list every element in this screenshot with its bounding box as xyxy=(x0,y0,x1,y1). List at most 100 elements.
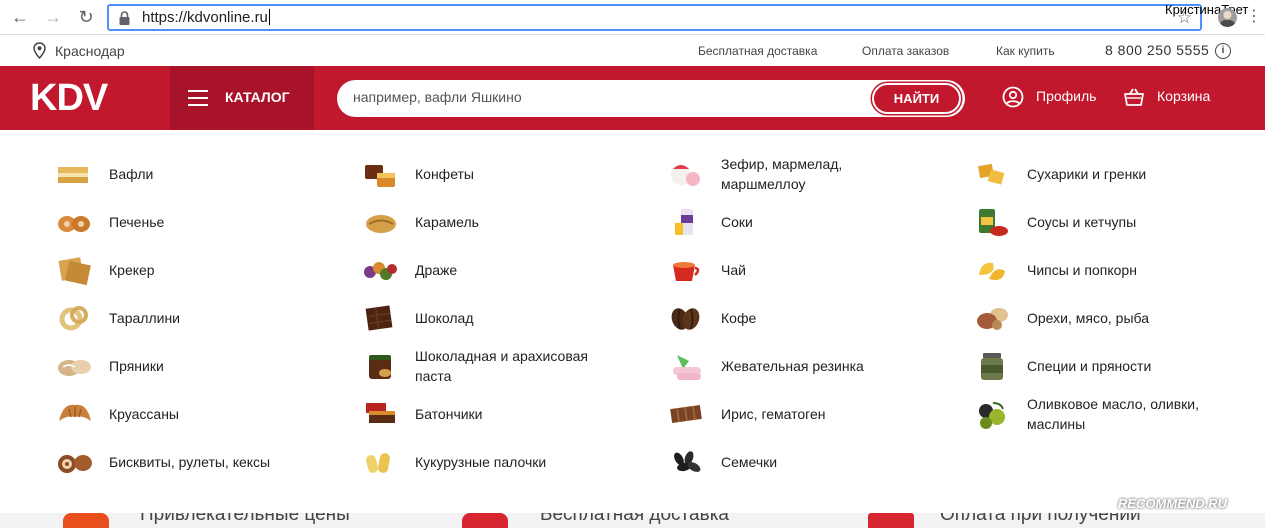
catalog-item-label: Кукурузные палочки xyxy=(415,454,547,470)
catalog-item-label: Бисквиты, рулеты, кексы xyxy=(109,454,271,470)
back-arrow-icon[interactable]: ← xyxy=(9,6,31,28)
tarallini-icon xyxy=(55,301,95,335)
catalog-item[interactable]: Ирис, гематоген xyxy=(667,392,921,436)
nuts-meat-fish-icon xyxy=(973,301,1013,335)
catalog-item[interactable]: Шоколад xyxy=(361,296,615,340)
croissant-icon xyxy=(55,397,95,431)
info-bar: Краснодар Бесплатная доставка Оплата зак… xyxy=(0,35,1265,66)
catalog-item[interactable]: Круассаны xyxy=(55,392,309,436)
catalog-item-label: Круассаны xyxy=(109,406,179,422)
payment-link[interactable]: Оплата заказов xyxy=(862,44,949,58)
address-url[interactable]: https://kdvonline.ru xyxy=(142,9,270,26)
toffee-icon xyxy=(667,397,707,431)
catalog-item[interactable]: Крекер xyxy=(55,248,309,292)
catalog-item-label: Сухарики и гренки xyxy=(1027,166,1147,182)
catalog-item-label: Драже xyxy=(415,262,458,278)
catalog-item[interactable]: Соки xyxy=(667,200,921,244)
profile-avatar[interactable] xyxy=(1218,8,1237,27)
catalog-item[interactable]: Чипсы и попкорн xyxy=(973,248,1227,292)
catalog-item[interactable]: Кукурузные палочки xyxy=(361,440,615,484)
catalog-item[interactable]: Вафли xyxy=(55,152,309,196)
cracker-icon xyxy=(55,253,95,287)
price-tag-icon xyxy=(63,513,109,528)
catalog-item[interactable]: Драже xyxy=(361,248,615,292)
chewing-gum-icon xyxy=(667,349,707,383)
catalog-item-label: Чай xyxy=(721,262,746,278)
address-bar[interactable]: https://kdvonline.ru ☆ xyxy=(107,4,1202,31)
catalog-item[interactable]: Соусы и кетчупы xyxy=(973,200,1227,244)
catalog-item-label: Оливковое масло, оливки, маслины xyxy=(1027,396,1200,432)
catalog-item[interactable]: Пряники xyxy=(55,344,309,388)
catalog-label: КАТАЛОГ xyxy=(225,89,290,105)
catalog-item-label: Шоколадная и арахисовая паста xyxy=(415,348,588,384)
location-pin-icon[interactable] xyxy=(33,42,46,62)
caramel-icon xyxy=(361,205,401,239)
profile-link[interactable]: Профиль xyxy=(1036,88,1096,104)
catalog-item[interactable]: Тараллини xyxy=(55,296,309,340)
catalog-dropdown: Вафли Печенье Крекер Тараллини Пряники Круасс… xyxy=(30,130,1235,513)
gingerbread-icon xyxy=(55,349,95,383)
profile-icon[interactable] xyxy=(1002,86,1024,113)
feature-prices: Привлекательные цены xyxy=(140,513,350,525)
wallet-icon xyxy=(868,513,914,528)
city-selector[interactable]: Краснодар xyxy=(55,43,125,59)
how-to-buy-link[interactable]: Как купить xyxy=(996,44,1055,58)
phone-number[interactable]: 8 800 250 5555 xyxy=(1105,42,1209,58)
recommend-watermark: RECOMMEND.RU xyxy=(1118,496,1228,511)
catalog-item[interactable]: Печенье xyxy=(55,200,309,244)
site-header: KDV КАТАЛОГ НАЙТИ Профиль Корзина xyxy=(0,66,1265,130)
catalog-item-label: Специи и пряности xyxy=(1027,358,1152,374)
croutons-icon xyxy=(973,157,1013,191)
reload-icon[interactable]: ↻ xyxy=(75,6,97,28)
lock-icon xyxy=(119,11,130,30)
catalog-item[interactable]: Орехи, мясо, рыба xyxy=(973,296,1227,340)
catalog-item-label: Вафли xyxy=(109,166,154,182)
marshmallow-icon xyxy=(667,157,707,191)
catalog-item[interactable]: Сухарики и гренки xyxy=(973,152,1227,196)
feature-delivery: Бесплатная доставка xyxy=(540,513,729,525)
corn-sticks-icon xyxy=(361,445,401,479)
catalog-item-label: Печенье xyxy=(109,214,165,230)
features-strip: Привлекательные цены Бесплатная доставка… xyxy=(0,513,1265,528)
catalog-item[interactable]: Оливковое масло, оливки, маслины xyxy=(973,392,1227,436)
search-button[interactable]: НАЙТИ xyxy=(872,83,961,114)
browser-menu-icon[interactable]: ⋮ xyxy=(1246,8,1262,26)
feature-payment: Оплата при получении xyxy=(940,513,1141,525)
free-delivery-link[interactable]: Бесплатная доставка xyxy=(698,44,817,58)
catalog-item[interactable]: Жевательная резинка xyxy=(667,344,921,388)
catalog-item-label: Соки xyxy=(721,214,753,230)
delivery-truck-icon xyxy=(462,513,508,528)
kdv-logo[interactable]: KDV xyxy=(30,78,108,118)
catalog-item-label: Семечки xyxy=(721,454,778,470)
catalog-item-label: Тараллини xyxy=(109,310,180,326)
catalog-item-label: Ирис, гематоген xyxy=(721,406,826,422)
tea-icon xyxy=(667,253,707,287)
sauce-icon xyxy=(973,205,1013,239)
catalog-item[interactable]: Шоколадная и арахисовая паста xyxy=(361,344,615,388)
catalog-item[interactable]: Конфеты xyxy=(361,152,615,196)
wafer-icon xyxy=(55,157,95,191)
cart-link[interactable]: Корзина xyxy=(1157,88,1210,104)
catalog-button[interactable]: КАТАЛОГ xyxy=(170,66,314,130)
catalog-item-label: Соусы и кетчупы xyxy=(1027,214,1137,230)
search-input[interactable] xyxy=(353,89,853,105)
catalog-item-label: Конфеты xyxy=(415,166,474,182)
bar-icon xyxy=(361,397,401,431)
catalog-item[interactable]: Бисквиты, рулеты, кексы xyxy=(55,440,309,484)
catalog-item-label: Зефир, мармелад, маршмеллоу xyxy=(721,156,843,192)
dragee-icon xyxy=(361,253,401,287)
catalog-item-label: Пряники xyxy=(109,358,164,374)
forward-arrow-icon[interactable]: → xyxy=(42,6,64,28)
olives-icon xyxy=(973,397,1013,431)
cart-icon[interactable] xyxy=(1123,86,1145,113)
info-icon[interactable]: i xyxy=(1215,43,1231,59)
catalog-item[interactable]: Кофе xyxy=(667,296,921,340)
catalog-item[interactable]: Карамель xyxy=(361,200,615,244)
juice-icon xyxy=(667,205,707,239)
catalog-item[interactable]: Батончики xyxy=(361,392,615,436)
catalog-item[interactable]: Семечки xyxy=(667,440,921,484)
catalog-item[interactable]: Чай xyxy=(667,248,921,292)
chocolate-icon xyxy=(361,301,401,335)
catalog-item[interactable]: Специи и пряности xyxy=(973,344,1227,388)
catalog-item[interactable]: Зефир, мармелад, маршмеллоу xyxy=(667,152,921,196)
